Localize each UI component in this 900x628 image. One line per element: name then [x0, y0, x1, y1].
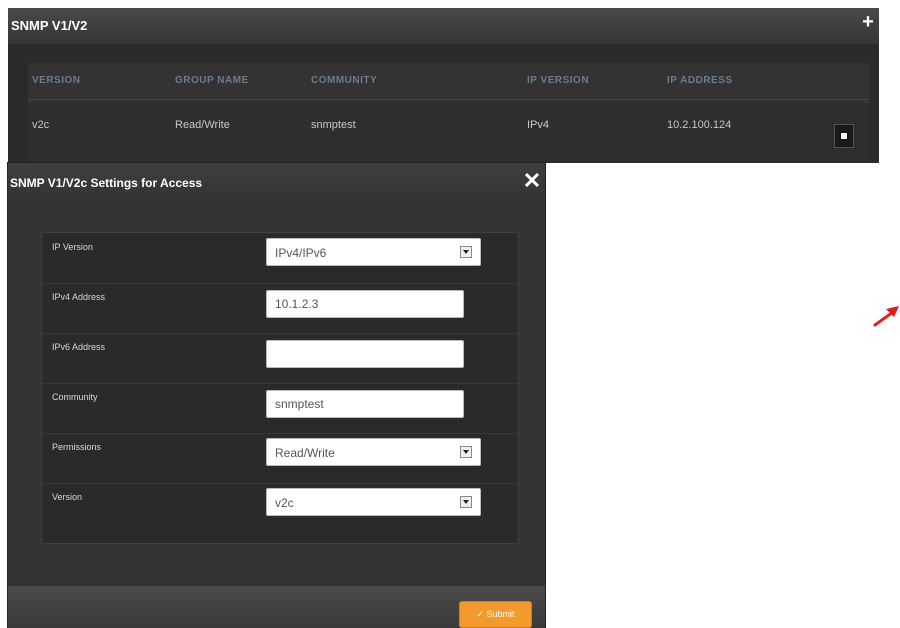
column-header-ip-address: IP ADDRESS [667, 75, 733, 86]
row-action-button[interactable] [834, 124, 854, 148]
ipv6-address-label: IPv6 Address [52, 342, 106, 352]
cell-version: v2c [32, 119, 50, 131]
modal-footer: ✓ Submit [8, 586, 545, 628]
ip-version-select[interactable]: IPv4/IPv6 [266, 238, 481, 266]
column-header-ip-version: IP VERSION [527, 75, 590, 86]
ipv4-address-label: IPv4 Address [52, 292, 106, 302]
permissions-select[interactable]: Read/Write [266, 438, 481, 466]
cell-group-name: Read/Write [175, 119, 230, 131]
version-label: Version [52, 492, 83, 502]
ipv6-address-field[interactable] [266, 340, 464, 368]
version-value: v2c [275, 496, 294, 510]
snmp-panel-header: SNMP V1/V2 + [8, 8, 879, 44]
chevron-down-icon [460, 446, 472, 458]
column-header-community: COMMUNITY [311, 75, 378, 86]
modal-title: SNMP V1/V2c Settings for Access [10, 176, 203, 190]
close-icon[interactable]: ✕ [521, 167, 543, 195]
form-row-ipv4-address: IPv4 Address [42, 283, 518, 334]
table-row[interactable]: v2c Read/Write snmptest IPv4 10.2.100.12… [28, 103, 869, 161]
form-row-permissions: Permissions Read/Write [42, 433, 518, 484]
snmp-v1v2-panel: SNMP V1/V2 + VERSION GROUP NAME COMMUNIT… [8, 8, 879, 163]
form-row-version: Version v2c [42, 483, 518, 533]
cell-ip-version: IPv4 [527, 119, 550, 131]
community-label: Community [52, 392, 98, 402]
settings-form: IP Version IPv4/IPv6 IPv4 Address IPv6 A… [41, 232, 519, 544]
permissions-value: Read/Write [275, 446, 335, 460]
community-field[interactable] [266, 390, 464, 418]
form-row-community: Community [42, 383, 518, 434]
modal-header: SNMP V1/V2c Settings for Access ✕ [8, 163, 545, 201]
column-header-group-name: GROUP NAME [175, 75, 249, 86]
ip-version-label: IP Version [52, 242, 93, 252]
table-header-row: VERSION GROUP NAME COMMUNITY IP VERSION … [28, 63, 869, 100]
red-arrow-icon [873, 306, 899, 327]
cell-community: snmptest [311, 119, 356, 131]
cell-ip-address: 10.2.100.124 [667, 119, 732, 131]
snmp-settings-modal: SNMP V1/V2c Settings for Access ✕ IP Ver… [8, 163, 545, 628]
version-select[interactable]: v2c [266, 488, 481, 516]
form-row-ipv6-address: IPv6 Address [42, 333, 518, 384]
ipv4-address-field[interactable] [266, 290, 464, 318]
snmp-panel-title: SNMP V1/V2 [11, 18, 88, 33]
add-icon[interactable]: + [859, 10, 877, 34]
modal-body: IP Version IPv4/IPv6 IPv4 Address IPv6 A… [8, 201, 545, 586]
ip-version-value: IPv4/IPv6 [275, 246, 327, 260]
chevron-down-icon [460, 246, 472, 258]
submit-button[interactable]: ✓ Submit [459, 601, 532, 628]
permissions-label: Permissions [52, 442, 102, 452]
snmp-table: VERSION GROUP NAME COMMUNITY IP VERSION … [28, 63, 869, 161]
form-row-ip-version: IP Version IPv4/IPv6 [42, 233, 518, 284]
dot-icon [841, 133, 847, 139]
chevron-down-icon [460, 496, 472, 508]
column-header-version: VERSION [32, 75, 81, 86]
